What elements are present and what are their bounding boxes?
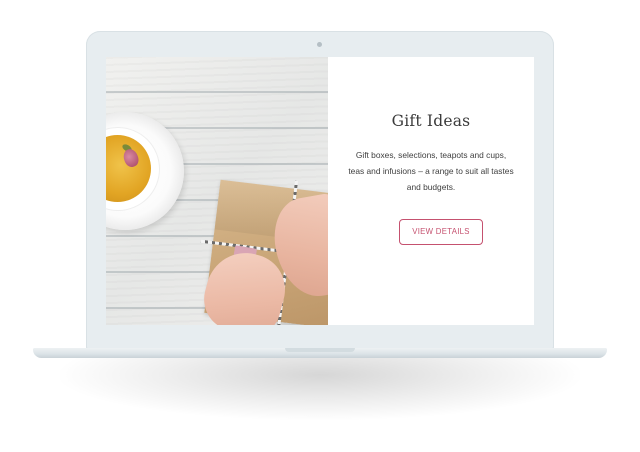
laptop-lid: Gift Ideas Gift boxes, selections, teapo…	[86, 31, 554, 349]
laptop-screen: Gift Ideas Gift boxes, selections, teapo…	[106, 57, 534, 325]
gift-photo	[106, 57, 328, 325]
gift-ideas-panel: Gift Ideas Gift boxes, selections, teapo…	[328, 57, 534, 325]
view-details-button[interactable]: VIEW DETAILS	[399, 219, 483, 245]
laptop-notch	[285, 348, 355, 352]
laptop-base	[33, 348, 607, 358]
panel-description: Gift boxes, selections, teapots and cups…	[348, 150, 514, 193]
camera-icon	[317, 42, 322, 47]
panel-title: Gift Ideas	[391, 112, 471, 130]
